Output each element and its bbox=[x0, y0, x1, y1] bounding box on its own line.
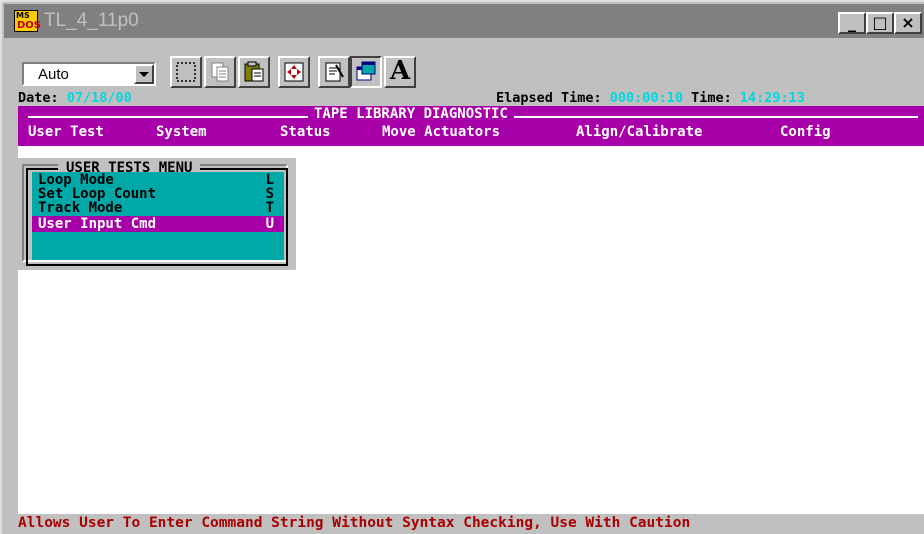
minimize-button[interactable]: _ bbox=[838, 12, 866, 34]
title-bar[interactable]: MS DOS TL_4_11p0 _ □ × bbox=[4, 4, 924, 38]
font-button[interactable]: A bbox=[384, 56, 416, 88]
mark-button[interactable] bbox=[170, 56, 202, 88]
copy-icon bbox=[211, 62, 229, 82]
msdos-app-icon[interactable]: MS DOS bbox=[14, 10, 42, 32]
menu-item-label: Track Mode bbox=[38, 200, 123, 216]
properties-button[interactable] bbox=[318, 56, 350, 88]
main-menu-bar: TAPE LIBRARY DIAGNOSTIC User Test System… bbox=[18, 106, 924, 146]
menu-list: Loop Mode L Set Loop Count S Track Mode … bbox=[32, 172, 284, 260]
status-line: Date: 07/18/00 Elapsed Time: 000:00:10 Ti… bbox=[18, 90, 924, 106]
fullscreen-button[interactable] bbox=[278, 56, 310, 88]
restore-icon: □ bbox=[872, 13, 888, 32]
app-icon-ms: MS bbox=[16, 11, 30, 20]
date-label: Date: bbox=[18, 90, 67, 106]
user-tests-menu: USER TESTS MENU Loop Mode L Set Loop Cou… bbox=[18, 158, 296, 270]
help-hint-line: Allows User To Enter Command String With… bbox=[18, 514, 924, 532]
menu-config[interactable]: Config bbox=[780, 124, 831, 140]
menu-align-calibrate[interactable]: Align/Calibrate bbox=[576, 124, 702, 140]
window-title: TL_4_11p0 bbox=[44, 10, 139, 31]
close-icon: × bbox=[901, 13, 915, 32]
menu-system[interactable]: System bbox=[156, 124, 207, 140]
properties-icon bbox=[325, 62, 344, 82]
menu-item-hotkey: T bbox=[265, 200, 274, 216]
dos-console[interactable]: Date: 07/18/00 Elapsed Time: 000:00:10 Ti… bbox=[18, 90, 924, 532]
fullscreen-icon bbox=[284, 62, 304, 82]
menu-move-actuators[interactable]: Move Actuators bbox=[382, 124, 500, 140]
toolbar: Auto A bbox=[4, 40, 924, 88]
mark-icon bbox=[176, 62, 196, 82]
paste-icon bbox=[244, 61, 264, 82]
dos-window: MS DOS TL_4_11p0 _ □ × Auto A Date: 07/1… bbox=[0, 0, 924, 534]
menu-user-test[interactable]: User Test bbox=[28, 124, 104, 140]
elapsed-label: Elapsed Time: bbox=[496, 90, 610, 106]
window-controls: _ □ × bbox=[838, 12, 922, 34]
background-button[interactable] bbox=[350, 56, 382, 88]
minimize-icon: _ bbox=[848, 13, 856, 32]
menu-status[interactable]: Status bbox=[280, 124, 331, 140]
menu-item-label: User Input Cmd bbox=[38, 216, 157, 232]
date-value: 07/18/00 bbox=[66, 90, 132, 106]
restore-button[interactable]: □ bbox=[866, 12, 894, 34]
font-size-combo[interactable]: Auto bbox=[22, 62, 156, 86]
menu-item-hotkey: U bbox=[265, 216, 274, 232]
close-button[interactable]: × bbox=[894, 12, 922, 34]
menu-bar-title: TAPE LIBRARY DIAGNOSTIC bbox=[308, 106, 514, 122]
copy-button[interactable] bbox=[204, 56, 236, 88]
paste-button[interactable] bbox=[238, 56, 270, 88]
chevron-down-icon[interactable] bbox=[134, 64, 154, 84]
font-icon: A bbox=[390, 56, 411, 86]
menu-item-track-mode[interactable]: Track Mode T bbox=[32, 200, 284, 216]
elapsed-value: 000:00:10 bbox=[609, 90, 683, 106]
window-left-edge bbox=[4, 90, 16, 532]
font-size-value: Auto bbox=[38, 66, 69, 83]
menu-item-user-input-cmd[interactable]: User Input Cmd U bbox=[32, 216, 284, 232]
time-label: Time: bbox=[682, 90, 740, 106]
background-icon bbox=[356, 61, 376, 81]
app-icon-dos: DOS bbox=[17, 20, 42, 31]
time-value: 14:29:13 bbox=[739, 90, 805, 106]
